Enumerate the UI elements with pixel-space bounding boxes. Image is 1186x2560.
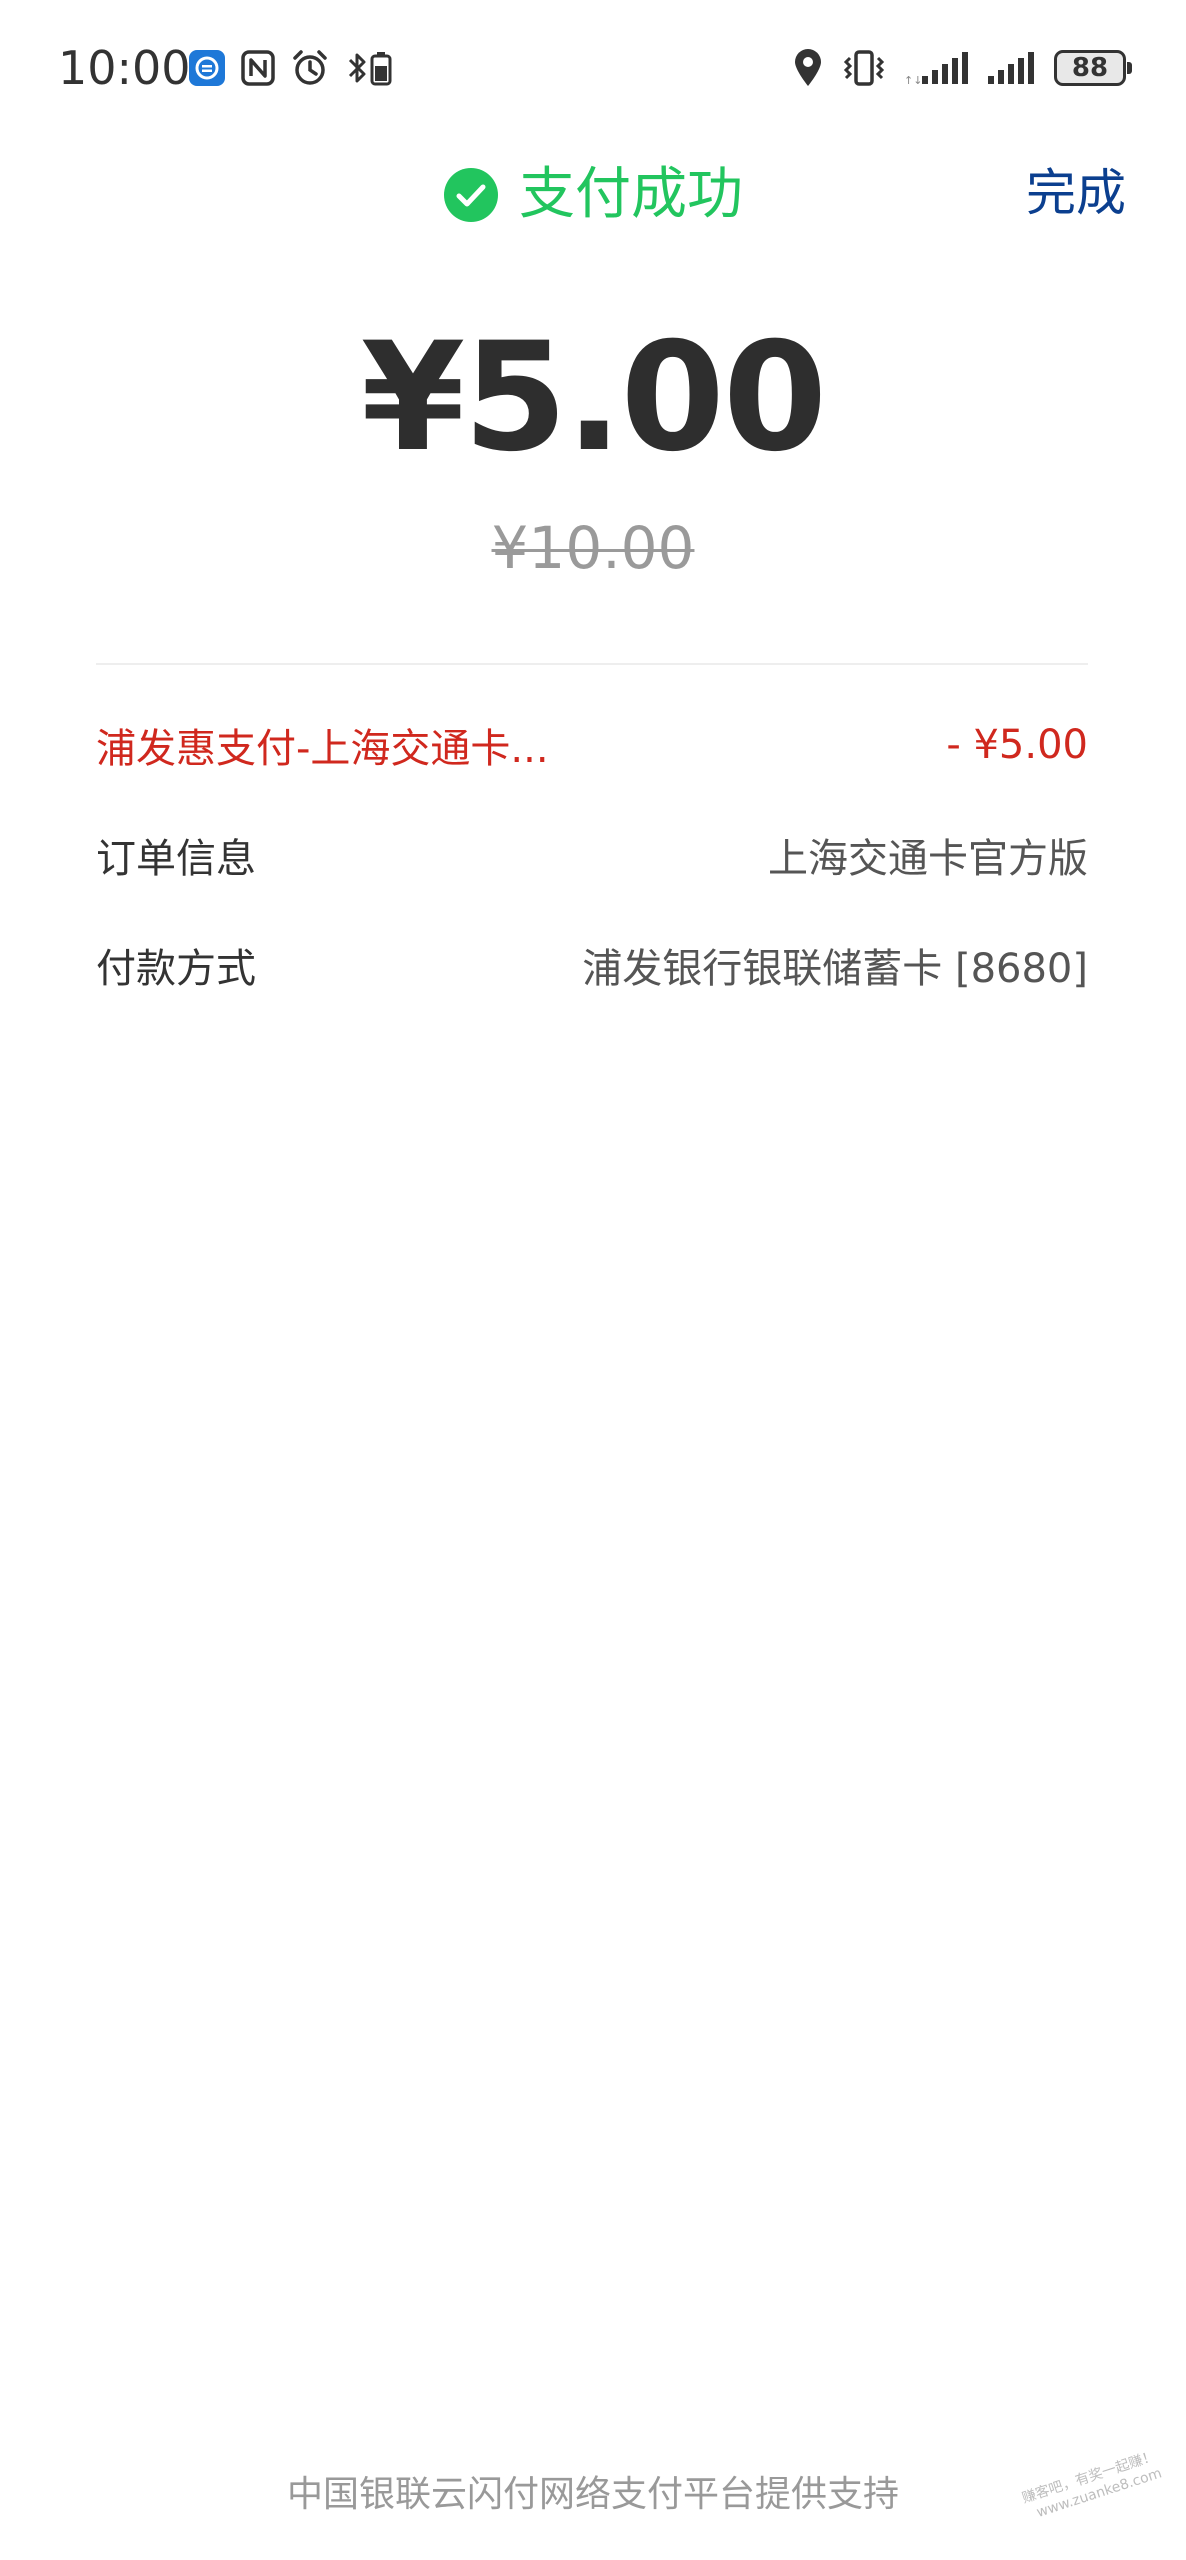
- alarm-icon: [290, 48, 330, 88]
- signal-1-icon: ↑↓: [904, 48, 968, 88]
- order-info-label: 订单信息: [96, 836, 256, 882]
- payment-method-label: 付款方式: [96, 946, 256, 992]
- payment-method-value: 浦发银行银联储蓄卡 [8680]: [582, 946, 1088, 992]
- location-icon: [792, 48, 824, 88]
- done-button[interactable]: 完成: [1026, 158, 1126, 228]
- app-notification-icon: [188, 49, 226, 87]
- order-info-row: 订单信息 上海交通卡官方版: [96, 820, 1088, 890]
- discount-value: - ¥5.00: [946, 722, 1088, 768]
- svg-text:↑↓: ↑↓: [904, 74, 922, 87]
- signal-2-icon: [984, 48, 1038, 88]
- status-right-icons: ↑↓ 88: [792, 44, 1132, 92]
- status-time: 10:00: [58, 41, 191, 95]
- discount-label: 浦发惠支付-上海交通卡...: [96, 726, 549, 772]
- footer-support-text: 中国银联云闪付网络支付平台提供支持: [286, 2474, 899, 2515]
- status-left-icons: [188, 44, 398, 92]
- success-check-icon: [443, 167, 499, 223]
- paid-amount: ¥5.00: [360, 311, 827, 485]
- order-info-value: 上海交通卡官方版: [768, 836, 1088, 882]
- divider: [96, 663, 1088, 665]
- bluetooth-battery-icon: [344, 48, 398, 88]
- page-title: 支付成功: [519, 162, 743, 227]
- vibrate-icon: [840, 48, 888, 88]
- discount-row: 浦发惠支付-上海交通卡... - ¥5.00: [96, 710, 1088, 780]
- battery-icon: 88: [1054, 50, 1132, 86]
- nfc-icon: [240, 49, 276, 87]
- status-bar: 10:00 ↑↓ 88: [0, 0, 1186, 140]
- original-amount: ¥10.00: [491, 514, 695, 582]
- payment-method-row: 付款方式 浦发银行银联储蓄卡 [8680]: [96, 930, 1088, 1000]
- payment-status-header: 支付成功: [0, 160, 1186, 230]
